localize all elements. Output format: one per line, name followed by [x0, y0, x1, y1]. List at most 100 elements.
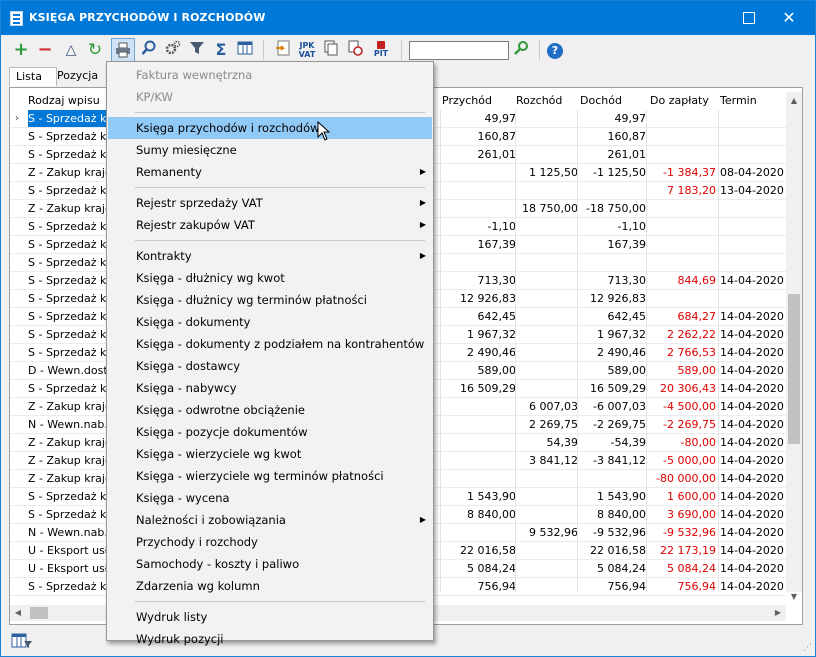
menu-item[interactable]: Księga - odwrotne obciążenie — [108, 399, 432, 421]
cell-dochod: -9 532,96 — [593, 526, 646, 539]
cell-termin: 14-04-2020 — [720, 400, 784, 413]
menu-item[interactable]: Księga - dokumenty — [108, 311, 432, 333]
column-header-rodzaj[interactable]: Rodzaj wpisu — [28, 92, 100, 110]
cell-termin: 14-04-2020 — [720, 274, 784, 287]
cell-termin: 14-04-2020 — [720, 562, 784, 575]
cell-przychod: 589,00 — [477, 364, 517, 377]
tab-lista[interactable]: Lista — [9, 67, 57, 86]
column-divider — [577, 110, 578, 592]
export-icon[interactable] — [273, 40, 293, 60]
column-divider — [515, 110, 516, 592]
menu-item[interactable]: Księga - dostawcy — [108, 355, 432, 377]
jpk-vat-icon[interactable]: JPK VAT — [297, 40, 317, 60]
menu-item[interactable]: Remanenty ▶ — [108, 161, 432, 183]
funnel-icon[interactable] — [187, 40, 207, 60]
grid-settings-icon[interactable] — [11, 633, 33, 652]
menu-item[interactable]: Należności i zobowiązania ▶ — [108, 509, 432, 531]
menu-item[interactable]: Księga - dłużnicy wg terminów płatności — [108, 289, 432, 311]
menu-item[interactable]: Księga - pozycje dokumentów — [108, 421, 432, 443]
cell-rodzaj: U - Eksport usług — [28, 562, 118, 575]
cell-dochod: 5 084,24 — [597, 562, 646, 575]
menu-item[interactable]: Rejestr sprzedaży VAT ▶ — [108, 192, 432, 214]
column-divider — [718, 110, 719, 592]
refresh-icon[interactable]: ↻ — [85, 40, 105, 60]
close-button[interactable]: ✕ — [777, 6, 801, 30]
column-header-przychod[interactable]: Przychód — [442, 92, 492, 110]
menu-item[interactable]: Sumy miesięczne — [108, 139, 432, 161]
cell-rozchod — [516, 290, 578, 308]
column-header-rozchod[interactable]: Rozchód — [516, 92, 562, 110]
menu-item[interactable]: Wydruk listy — [108, 606, 432, 628]
menu-item-label: Wydruk listy — [136, 610, 208, 624]
cell-termin: 14-04-2020 — [720, 382, 784, 395]
sum-icon[interactable]: Σ — [211, 40, 231, 60]
menu-item[interactable]: Księga - dokumenty z podziałem na kontra… — [108, 333, 432, 355]
remove-icon[interactable]: − — [35, 40, 55, 60]
maximize-button[interactable] — [737, 6, 761, 30]
cell-termin: 14-04-2020 — [720, 490, 784, 503]
cell-rozchod: 3 841,12 — [529, 454, 578, 467]
cell-rodzaj: S - Sprzedaż kraj — [28, 220, 118, 233]
menu-item[interactable]: Księga przychodów i rozchodów — [108, 117, 432, 139]
triangle-icon[interactable]: △ — [61, 40, 81, 60]
menu-item[interactable]: Samochody - koszty i paliwo — [108, 553, 432, 575]
cell-rozchod — [516, 578, 578, 596]
cell-przychod — [442, 434, 516, 452]
pit-label: PIT — [373, 49, 389, 58]
menu-item-label: Kontrakty — [136, 249, 192, 263]
menu-item[interactable]: Księga - wierzyciele wg terminów płatnoś… — [108, 465, 432, 487]
columns-icon[interactable] — [235, 40, 255, 60]
menu-item[interactable]: Zdarzenia wg kolumn — [108, 575, 432, 597]
cell-do-zaplaty: 589,00 — [677, 364, 717, 377]
cell-rozchod: 54,39 — [546, 436, 579, 449]
cell-rodzaj: S - Sprzedaż kraj — [28, 580, 118, 593]
gear-icon[interactable] — [163, 40, 183, 60]
column-header-dochod[interactable]: Dochód — [580, 92, 622, 110]
menu-item[interactable]: Wydruk pozycji — [108, 628, 432, 650]
menu-item[interactable]: Księga - nabywcy — [108, 377, 432, 399]
cell-do-zaplaty: -80,00 — [680, 436, 716, 449]
scrollbar-thumb[interactable] — [788, 294, 800, 444]
cell-do-zaplaty: -1 384,37 — [663, 166, 716, 179]
resize-grip-icon[interactable]: ⋰ — [803, 643, 812, 653]
scroll-left-icon[interactable]: ◀ — [10, 606, 26, 620]
cell-przychod: 1 967,32 — [467, 328, 516, 341]
pit-alert-icon — [377, 41, 385, 49]
search-input[interactable] — [410, 42, 508, 59]
cell-przychod: 160,87 — [477, 130, 517, 143]
menu-item-label: Remanenty — [136, 165, 202, 179]
column-header-do-zaplaty[interactable]: Do zapłaty — [650, 92, 709, 110]
scroll-up-icon[interactable]: ▲ — [786, 94, 802, 108]
menu-item-label: Księga - dokumenty z podziałem na kontra… — [136, 337, 425, 351]
add-icon[interactable]: + — [11, 40, 31, 60]
menu-item[interactable]: Księga - wierzyciele wg kwot — [108, 443, 432, 465]
search-field[interactable] — [409, 41, 509, 60]
search-icon[interactable] — [139, 40, 159, 60]
cell-przychod — [442, 470, 516, 488]
menu-item[interactable]: Księga - wycena — [108, 487, 432, 509]
cell-do-zaplaty: 20 306,43 — [660, 382, 716, 395]
menu-item[interactable]: Księga - dłużnicy wg kwot — [108, 267, 432, 289]
submenu-arrow-icon: ▶ — [419, 167, 426, 176]
menu-separator — [135, 601, 425, 602]
menu-item[interactable]: Kontrakty ▶ — [108, 245, 432, 267]
menu-item[interactable]: Rejestr zakupów VAT ▶ — [108, 214, 432, 236]
cell-rodzaj: S - Sprzedaż kraj — [28, 508, 118, 521]
column-header-termin[interactable]: Termin — [720, 92, 757, 110]
search-go-icon[interactable] — [511, 40, 531, 60]
pit-icon[interactable]: PIT — [371, 40, 391, 60]
title-bar[interactable]: KSIĘGA PRZYCHODÓW I ROZCHODÓW ✕ — [1, 1, 815, 35]
vertical-scrollbar[interactable]: ▲ ▼ — [786, 92, 802, 601]
hscrollbar-thumb[interactable] — [30, 607, 48, 619]
scroll-down-icon[interactable]: ▼ — [786, 590, 802, 604]
cell-termin: 14-04-2020 — [720, 436, 784, 449]
help-button[interactable]: ? — [545, 40, 565, 60]
cell-dochod: 1 543,90 — [597, 490, 646, 503]
copy-icon[interactable] — [321, 40, 341, 60]
scroll-right-icon[interactable]: ▶ — [770, 606, 786, 620]
documents-icon[interactable] — [345, 40, 365, 60]
menu-item[interactable]: Przychody i rozchody — [108, 531, 432, 553]
tab-pozycja[interactable]: Pozycja — [51, 67, 104, 85]
cell-rozchod — [516, 110, 578, 128]
cell-przychod: 22 016,58 — [460, 544, 516, 557]
